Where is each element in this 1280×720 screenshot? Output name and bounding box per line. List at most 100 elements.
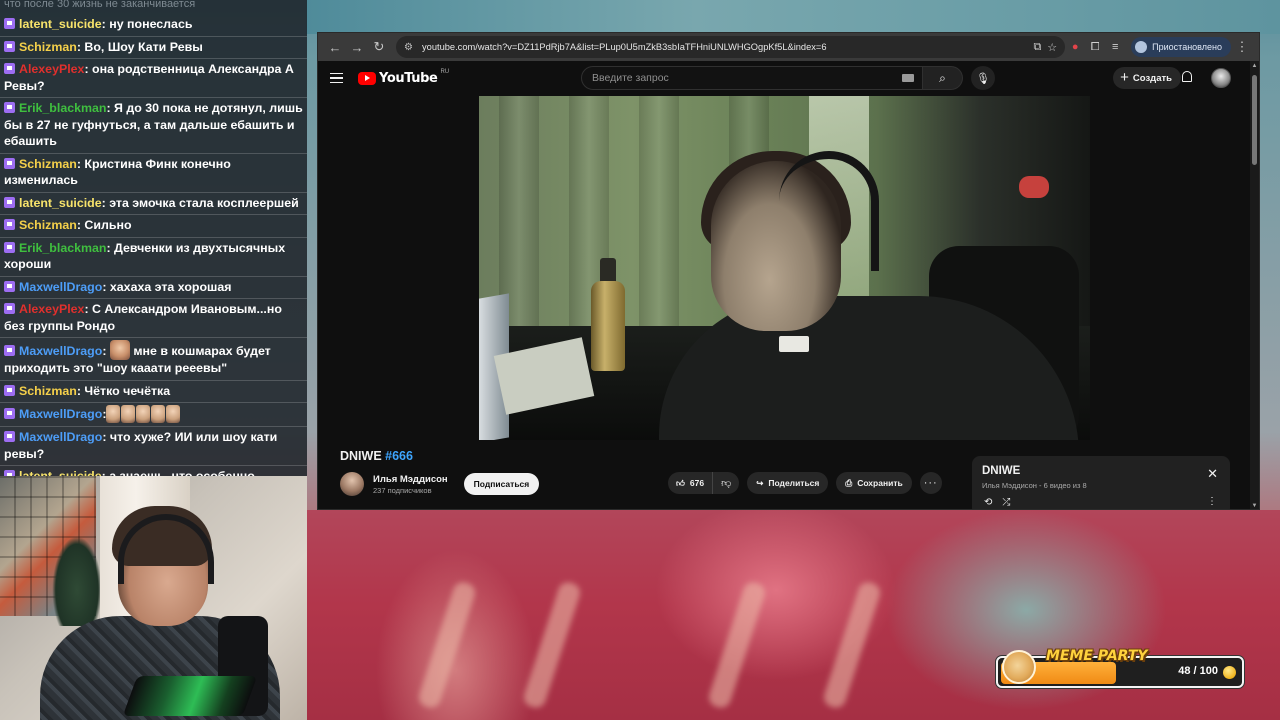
doge-icon [1002, 650, 1036, 684]
subscriber-badge-icon [4, 408, 15, 419]
extension-icon[interactable]: ● [1065, 41, 1085, 53]
chat-emote-icon [121, 405, 136, 423]
subscriber-badge-icon [4, 219, 15, 230]
dislike-button[interactable]: 👎︎ [713, 472, 739, 494]
site-info-icon[interactable]: ⚙ [404, 42, 418, 53]
search-icon[interactable]: ⌕ [923, 66, 963, 90]
user-avatar[interactable] [1211, 68, 1231, 88]
chat-emote-icon [109, 340, 130, 360]
chat-message: Schizman: Чётко чечётка [0, 381, 307, 403]
channel-row: Илья Мэддисон 237 подписчиков Подписатьс… [340, 471, 540, 497]
subscribe-button[interactable]: Подписаться [463, 473, 540, 495]
youtube-header: YouTube RU Введите запрос ⌕ 🎙 + Создать [318, 61, 1259, 95]
chat-emote-icon [106, 405, 121, 423]
like-dislike-group: 👍︎ 676 👎︎ [668, 472, 740, 494]
subscriber-badge-icon [4, 303, 15, 314]
subscriber-badge-icon [4, 384, 15, 396]
chat-text: : Сильно [76, 218, 132, 232]
browser-toolbar: ← → ↻ ⚙ youtube.com/watch?v=DZ11PdRjb7A&… [318, 33, 1259, 61]
reading-list-icon[interactable]: ≡ [1105, 41, 1125, 53]
plus-icon: + [1120, 69, 1129, 86]
like-button[interactable]: 👍︎ 676 [668, 472, 714, 494]
reload-icon[interactable]: ↻ [368, 36, 390, 58]
video-player[interactable] [479, 96, 1090, 440]
subscriber-count: 237 подписчиков [373, 485, 432, 495]
menu-icon[interactable] [330, 72, 344, 84]
chat-username[interactable]: Schizman [19, 157, 77, 171]
page-scrollbar[interactable]: ▲ ▼ [1250, 61, 1259, 509]
scroll-down-icon[interactable]: ▼ [1251, 503, 1258, 509]
bookmark-star-icon[interactable]: ☆ [1047, 41, 1057, 54]
youtube-play-icon [358, 71, 376, 85]
chat-username[interactable]: AlexeyPlex [19, 302, 84, 316]
subscriber-badge-icon [4, 431, 15, 442]
hashtag-link[interactable]: #666 [385, 449, 413, 463]
chat-username[interactable]: Schizman [19, 40, 77, 54]
subscriber-badge-icon [4, 196, 15, 208]
chat-message: Erik_blackman: Я до 30 пока не дотянул, … [0, 98, 307, 154]
chat-message: MaxwellDrago: [0, 403, 307, 427]
playlist-more-icon[interactable]: ⋮ [1207, 496, 1217, 507]
address-bar[interactable]: ⚙ youtube.com/watch?v=DZ11PdRjb7A&list=P… [396, 36, 1066, 58]
chat-username[interactable]: latent_suicide [19, 469, 102, 476]
browser-menu-icon[interactable]: ⋮ [1231, 36, 1253, 58]
chat-username[interactable]: latent_suicide [19, 17, 102, 31]
chat-message: Schizman: Сильно [0, 215, 307, 238]
chat-username[interactable]: AlexeyPlex [19, 62, 84, 76]
chat-username[interactable]: Schizman [19, 218, 77, 232]
chat-username[interactable]: MaxwellDrago [19, 407, 102, 421]
search-placeholder: Введите запрос [592, 72, 669, 84]
create-button[interactable]: + Создать [1113, 67, 1181, 89]
scroll-thumb[interactable] [1252, 75, 1257, 165]
shuffle-icon[interactable]: ⤮ [1002, 497, 1010, 508]
playlist-title[interactable]: DNIWE [982, 465, 1220, 477]
profile-avatar [1135, 41, 1148, 53]
chat-message: Schizman: Во, Шоу Кати Ревы [0, 37, 307, 59]
profile-label: Приостановлено [1152, 42, 1222, 52]
chat-message-list: latent_suicide: ну понеслась Schizman: Во… [0, 14, 307, 476]
chat-message: MaxwellDrago: хахаха эта хорошая [0, 277, 307, 299]
chat-username[interactable]: MaxwellDrago [19, 344, 102, 358]
extensions-puzzle-icon[interactable]: ⧠ [1085, 41, 1105, 54]
chat-message: latent_suicide: эта эмочка стала косплее… [0, 193, 307, 215]
close-icon[interactable]: ✕ [1207, 466, 1218, 482]
chat-message: Erik_blackman: Девченки из двухтысячных … [0, 238, 307, 277]
chat-username[interactable]: MaxwellDrago [19, 280, 102, 294]
forward-icon[interactable]: → [346, 36, 368, 58]
channel-avatar[interactable] [340, 472, 364, 496]
youtube-logo[interactable]: YouTube RU [358, 69, 449, 86]
chat-emote-icon [151, 405, 166, 423]
channel-name[interactable]: Илья Мэддисон [373, 474, 448, 485]
more-actions-icon[interactable]: ··· [919, 472, 942, 494]
back-icon[interactable]: ← [324, 36, 346, 58]
install-app-icon[interactable]: ⧉ [1033, 41, 1041, 54]
voice-search-icon[interactable]: 🎙 [971, 66, 995, 90]
chat-username[interactable]: Erik_blackman [19, 241, 106, 255]
chat-text: : хахаха эта хорошая [102, 279, 232, 294]
thumbs-up-icon: 👍︎ [676, 477, 685, 488]
subscriber-badge-icon [4, 18, 15, 29]
chat-username[interactable]: Schizman [19, 384, 77, 398]
scroll-up-icon[interactable]: ▲ [1251, 63, 1258, 69]
browser-window: ← → ↻ ⚙ youtube.com/watch?v=DZ11PdRjb7A&… [317, 32, 1260, 510]
christmas-tree [52, 536, 102, 626]
chat-text: : ну понеслась [101, 17, 193, 31]
subscriber-badge-icon [4, 280, 15, 292]
notifications-bell-icon[interactable] [1182, 71, 1192, 82]
url-text: youtube.com/watch?v=DZ11PdRjb7A&list=PLu… [422, 42, 827, 52]
loop-icon[interactable]: ⟲ [984, 497, 992, 508]
chat-username[interactable]: MaxwellDrago [19, 430, 102, 444]
share-icon: ↪ [756, 477, 764, 488]
keyboard-icon[interactable] [902, 74, 914, 82]
chat-message: AlexeyPlex: С Александром Ивановым...но … [0, 299, 307, 338]
stream-chat: что после 30 жизнь не заканчивается late… [0, 0, 307, 476]
profile-button[interactable]: Приостановлено [1131, 37, 1231, 57]
save-button[interactable]: ⎙ Сохранить [836, 472, 912, 494]
subscriber-badge-icon [4, 345, 15, 356]
search-input[interactable]: Введите запрос [581, 66, 923, 90]
share-button[interactable]: ↪ Поделиться [747, 472, 829, 494]
background-bottom [306, 510, 1280, 720]
coin-icon [1223, 666, 1236, 679]
chat-username[interactable]: Erik_blackman [19, 101, 106, 115]
chat-username[interactable]: latent_suicide [19, 196, 102, 210]
